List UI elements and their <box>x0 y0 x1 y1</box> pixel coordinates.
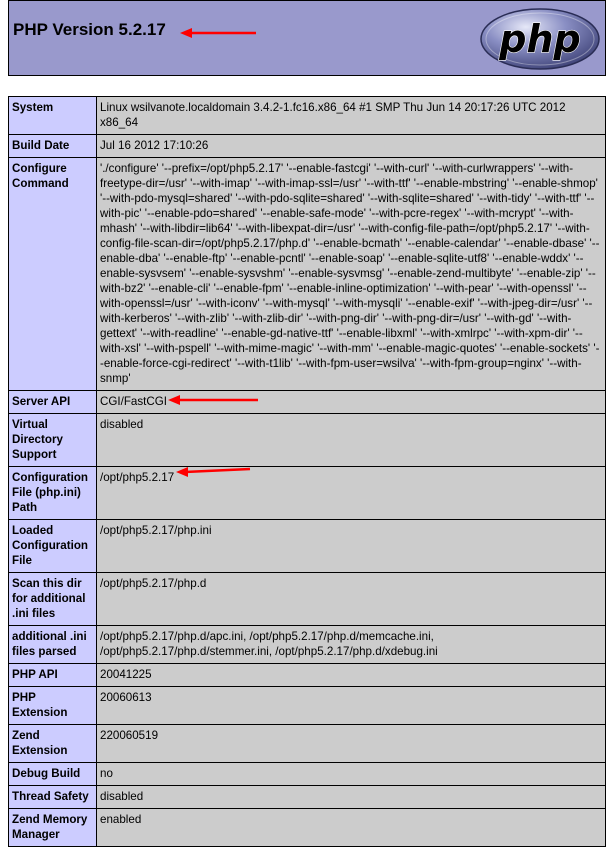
info-row-value: 20060613 <box>96 686 606 725</box>
info-row-value: Linux wsilvanote.localdomain 3.4.2-1.fc1… <box>96 96 606 135</box>
php-info-table: System Linux wsilvanote.localdomain 3.4.2… <box>8 96 606 847</box>
info-row-value: no <box>96 762 606 786</box>
info-row-label: Configuration File (php.ini) Path <box>8 466 97 520</box>
annotation-arrow-config-path <box>176 467 251 477</box>
info-row-value: enabled <box>96 808 606 847</box>
info-row: Loaded Configuration File/opt/php5.2.17/… <box>8 519 606 573</box>
info-row-label: System <box>8 96 97 135</box>
info-row-label: Server API <box>8 390 97 414</box>
php-logo-icon: php <box>480 8 600 70</box>
info-row-label: Debug Build <box>8 762 97 786</box>
info-row-label: Scan this dir for additional .ini files <box>8 572 97 626</box>
info-row: Zend Extension 220060519 <box>8 724 606 763</box>
php-header-bar: PHP Version 5.2.17 php <box>8 0 606 76</box>
info-row: Virtual Directory Support disabled <box>8 413 606 467</box>
info-row-value: /opt/php5.2.17/php.d <box>96 572 606 626</box>
info-row: Configuration File (php.ini) Path/opt/ph… <box>8 466 606 520</box>
info-row-label: Zend Extension <box>8 724 97 763</box>
info-row: additional .ini files parsed/opt/php5.2.… <box>8 625 606 664</box>
info-row-value: disabled <box>96 785 606 809</box>
info-row-value: 20041225 <box>96 663 606 687</box>
info-row-value: disabled <box>96 413 606 467</box>
info-row-value: /opt/php5.2.17/php.d/apc.ini, /opt/php5.… <box>96 625 606 664</box>
info-row-label: Build Date <box>8 134 97 158</box>
annotation-arrow-title <box>180 28 256 38</box>
info-row: Configure Command './configure' '--prefix… <box>8 157 606 391</box>
info-row: Debug Build no <box>8 762 606 786</box>
info-row: Scan this dir for additional .ini files /… <box>8 572 606 626</box>
info-row-label: additional .ini files parsed <box>8 625 97 664</box>
page-title: PHP Version 5.2.17 <box>13 20 166 39</box>
info-row: Server API CGI/FastCGI <box>8 390 606 414</box>
annotation-arrow-server-api <box>168 395 258 405</box>
info-row-label: PHP API <box>8 663 97 687</box>
info-row: Thread Safety disabled <box>8 785 606 809</box>
info-row-value: Jul 16 2012 17:10:26 <box>96 134 606 158</box>
info-row: PHP Extension 20060613 <box>8 686 606 725</box>
info-row: Build Date Jul 16 2012 17:10:26 <box>8 134 606 158</box>
info-row-label: Configure Command <box>8 157 97 391</box>
info-row-label: PHP Extension <box>8 686 97 725</box>
info-row-value: /opt/php5.2.17/php.ini <box>96 519 606 573</box>
info-row-label: Loaded Configuration File <box>8 519 97 573</box>
info-row-value: 220060519 <box>96 724 606 763</box>
php-logo-text: php <box>498 17 580 61</box>
info-row-label: Virtual Directory Support <box>8 413 97 467</box>
info-row: PHP API 20041225 <box>8 663 606 687</box>
info-row-value: './configure' '--prefix=/opt/php5.2.17' … <box>96 157 606 391</box>
info-row-value: /opt/php5.2.17 <box>96 466 606 520</box>
info-row-label: Thread Safety <box>8 785 97 809</box>
info-row: System Linux wsilvanote.localdomain 3.4.2… <box>8 96 606 135</box>
info-row-label: Zend Memory Manager <box>8 808 97 847</box>
info-row: Zend Memory Manager enabled <box>8 808 606 847</box>
